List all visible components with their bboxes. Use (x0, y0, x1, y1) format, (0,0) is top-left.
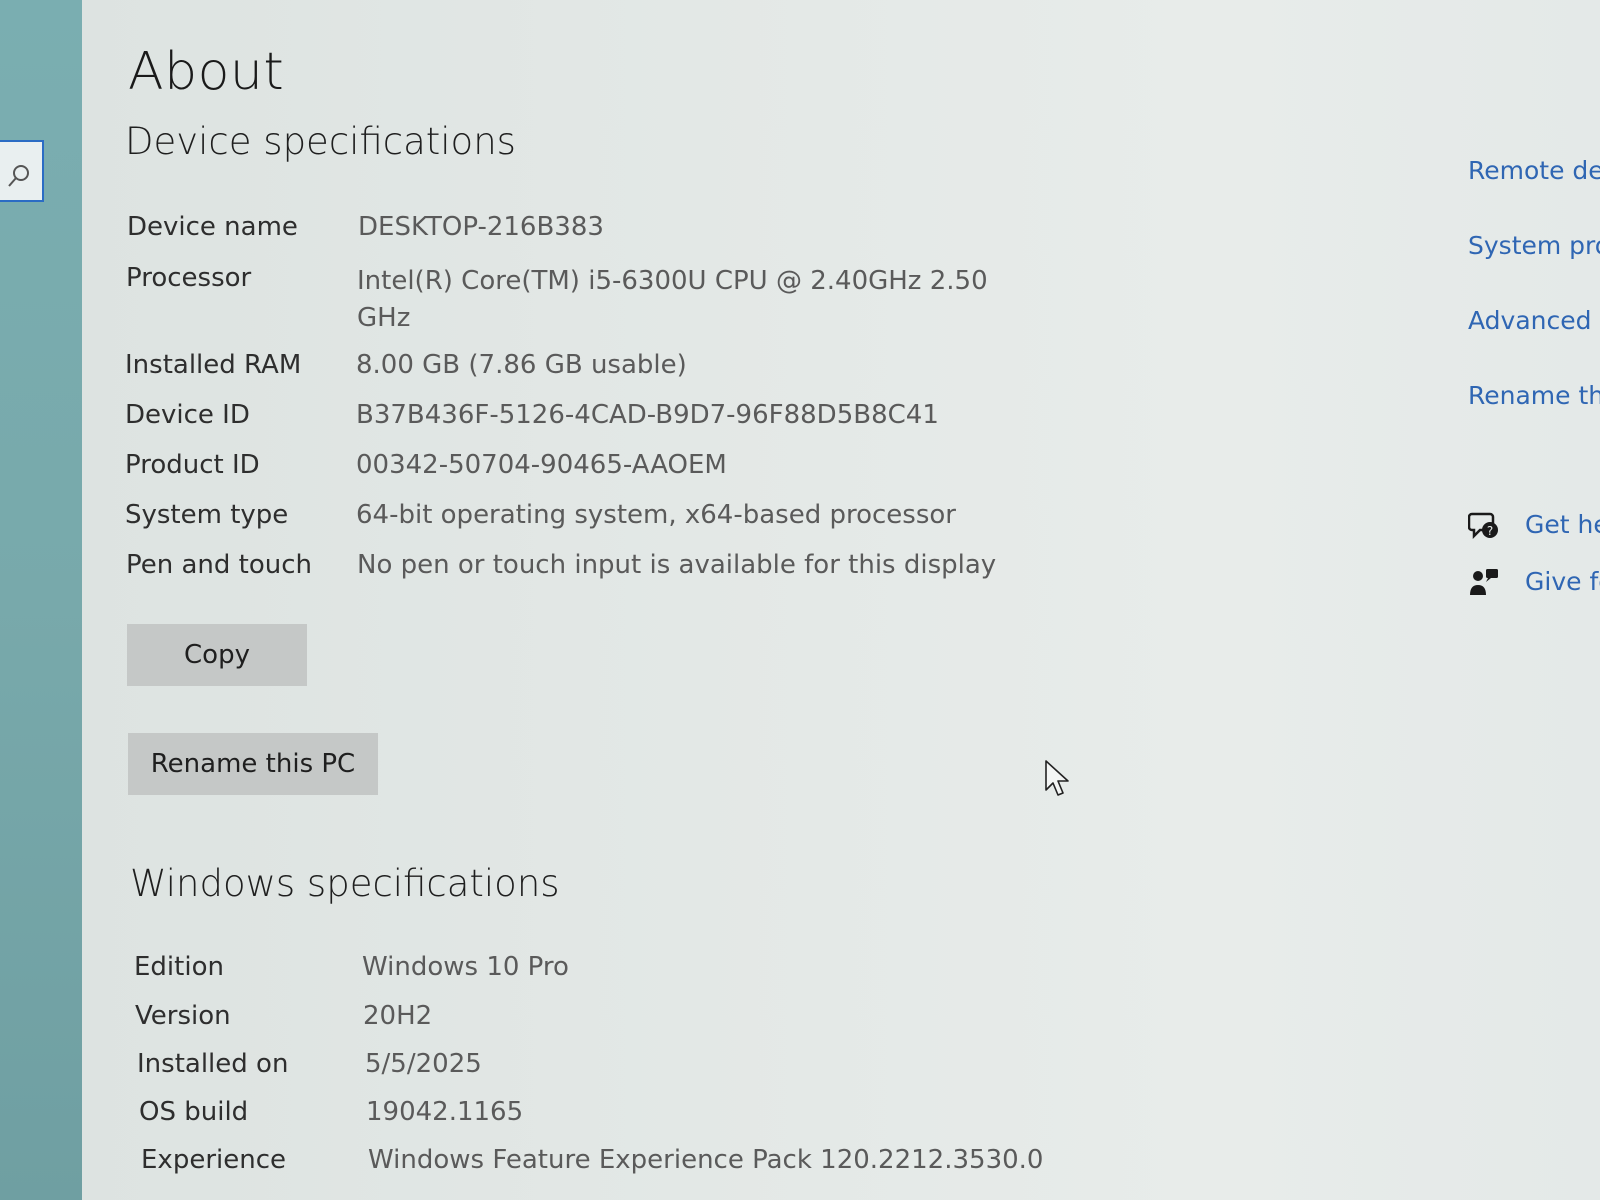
spec-label-edition: Edition (134, 952, 224, 982)
spec-value-experience[interactable]: Windows Feature Experience Pack 120.2212… (368, 1145, 1043, 1175)
settings-content (82, 0, 1600, 1200)
spec-value-pen-and-touch[interactable]: No pen or touch input is available for t… (357, 550, 996, 580)
spec-label-product-id: Product ID (125, 450, 260, 480)
device-specifications-heading: Device specifications (125, 120, 516, 163)
feedback-icon (1468, 567, 1502, 603)
page-title: About (128, 42, 285, 102)
search-icon (8, 165, 29, 187)
mouse-cursor-icon (1045, 760, 1071, 802)
spec-value-system-type[interactable]: 64-bit operating system, x64-based proce… (356, 500, 956, 530)
related-link-remote-desktop[interactable]: Remote des (1468, 156, 1600, 185)
get-help-link[interactable]: Get hel (1525, 510, 1600, 539)
spec-label-experience: Experience (141, 1145, 286, 1175)
rename-this-pc-button[interactable]: Rename this PC (128, 733, 378, 795)
give-feedback-link[interactable]: Give fe (1525, 567, 1600, 596)
spec-value-version[interactable]: 20H2 (363, 1001, 432, 1031)
copy-button[interactable]: Copy (127, 624, 307, 686)
spec-value-installed-on[interactable]: 5/5/2025 (365, 1049, 482, 1079)
spec-label-device-name: Device name (127, 212, 298, 242)
help-icon: ? (1467, 510, 1502, 546)
spec-value-edition[interactable]: Windows 10 Pro (362, 952, 569, 982)
windows-specifications-heading: Windows specifications (130, 862, 560, 905)
spec-label-installed-on: Installed on (137, 1049, 289, 1079)
spec-value-processor[interactable]: Intel(R) Core(TM) i5-6300U CPU @ 2.40GHz… (357, 263, 997, 337)
spec-label-processor: Processor (126, 263, 252, 293)
spec-label-os-build: OS build (139, 1097, 249, 1127)
related-link-advanced-system-settings[interactable]: Advanced s (1468, 306, 1600, 335)
spec-value-os-build[interactable]: 19042.1165 (366, 1097, 523, 1127)
spec-label-pen-and-touch: Pen and touch (126, 550, 313, 580)
spec-value-product-id[interactable]: 00342-50704-90465-AAOEM (356, 450, 727, 480)
spec-value-installed-ram[interactable]: 8.00 GB (7.86 GB usable) (356, 350, 687, 380)
related-link-system-protection[interactable]: System prot (1468, 231, 1600, 260)
search-box[interactable] (0, 140, 44, 202)
spec-label-installed-ram: Installed RAM (125, 350, 302, 380)
spec-label-version: Version (135, 1001, 231, 1031)
related-link-rename-this-pc[interactable]: Rename this (1468, 381, 1600, 410)
spec-label-device-id: Device ID (125, 400, 250, 430)
spec-value-device-name[interactable]: DESKTOP-216B383 (358, 212, 604, 242)
svg-text:?: ? (1487, 524, 1493, 538)
spec-value-device-id[interactable]: B37B436F-5126-4CAD-B9D7-96F88D5B8C41 (356, 400, 939, 430)
spec-label-system-type: System type (125, 500, 289, 530)
